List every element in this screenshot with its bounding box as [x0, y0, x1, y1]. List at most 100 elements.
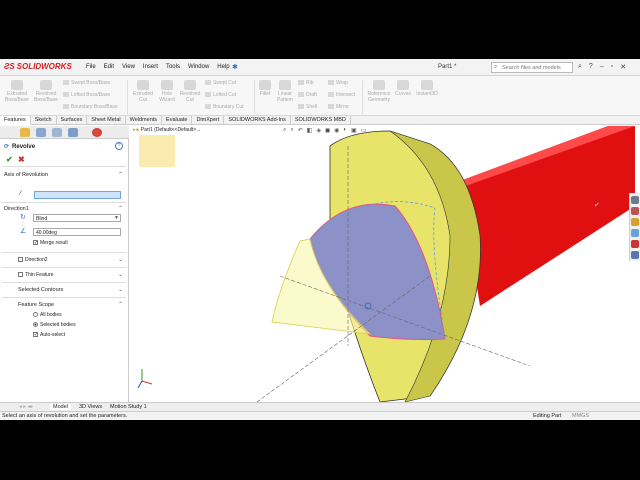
chevron-down-icon[interactable]: ⌄	[118, 256, 123, 263]
custom-properties-icon[interactable]	[631, 251, 639, 259]
view-orientation-icon[interactable]: ◈	[316, 127, 321, 134]
tab-sketch[interactable]: Sketch	[31, 116, 57, 125]
unit-system[interactable]: MMGS	[572, 413, 589, 419]
tab-features[interactable]: Features	[0, 116, 31, 125]
tab-sheet-metal[interactable]: Sheet Metal	[87, 116, 126, 125]
search-go-icon[interactable]: ⌕	[578, 63, 582, 71]
chevron-up-icon[interactable]: ⌃	[118, 205, 123, 212]
close-icon[interactable]: ✕	[620, 63, 626, 71]
menu-view[interactable]: View	[122, 64, 135, 70]
display-manager-tab-icon[interactable]	[92, 128, 102, 137]
revolve-boss-button[interactable]: Revolved Boss/Base	[32, 80, 60, 103]
home-icon[interactable]	[631, 196, 639, 204]
display-style-icon[interactable]: ◼	[325, 127, 330, 134]
configuration-manager-tab-icon[interactable]	[52, 128, 62, 137]
tab-addins[interactable]: SOLIDWORKS Add-Ins	[224, 116, 291, 125]
feature-manager-tab-icon[interactable]	[20, 128, 30, 137]
all-bodies-radio[interactable]: All bodies	[33, 312, 62, 318]
menu-insert[interactable]: Insert	[143, 64, 158, 70]
rib-button[interactable]: Rib	[298, 80, 314, 86]
search-input[interactable]: ⌕ Search files and models	[491, 62, 573, 73]
tab-dimxpert[interactable]: DimXpert	[192, 116, 225, 125]
section-view-icon[interactable]: ◧	[307, 127, 313, 134]
resources-icon[interactable]	[631, 207, 639, 215]
pin-menu-icon[interactable]: ✱	[232, 63, 238, 71]
zoom-to-fit-icon[interactable]: ⌕	[283, 127, 286, 134]
tab-evaluate[interactable]: Evaluate	[162, 116, 193, 125]
revolve-cut-button[interactable]: Revolved Cut	[178, 80, 202, 103]
tab-surfaces[interactable]: Surfaces	[57, 116, 88, 125]
tab-motion-study[interactable]: Motion Study 1	[107, 404, 150, 410]
graphics-area[interactable]: ▸◈ Part1 (Default<<Default>... ⌕ ⌕ ↶ ◧ ◈…	[130, 126, 640, 402]
scroll-tabs-icon[interactable]: ◂ ▸ ◂▸	[16, 404, 36, 410]
end-condition-select[interactable]: Blind ▼	[33, 214, 121, 222]
model-viewport[interactable]	[130, 126, 640, 402]
tab-weldments[interactable]: Weldments	[126, 116, 163, 125]
linear-pattern-button[interactable]: Linear Pattern	[274, 80, 296, 103]
draft-button[interactable]: Draft	[298, 92, 317, 98]
tab-model[interactable]: Model	[50, 404, 71, 410]
reference-geometry-button[interactable]: Reference Geometry	[364, 80, 394, 103]
minimize-icon[interactable]: –	[600, 63, 604, 71]
help-icon[interactable]: ?	[115, 142, 123, 150]
extrude-boss-button[interactable]: Extruded Boss/Base	[3, 80, 31, 103]
appearances-icon[interactable]	[631, 240, 639, 248]
chevron-up-icon[interactable]: ⌃	[118, 171, 123, 178]
menu-file[interactable]: File	[86, 64, 96, 70]
zoom-area-icon[interactable]: ⌕	[290, 127, 293, 134]
fillet-button[interactable]: Fillet	[256, 80, 274, 97]
selected-contours-header[interactable]: Selected Contours	[18, 287, 63, 293]
angle-input[interactable]: 40.00deg	[33, 228, 121, 236]
direction2-checkbox[interactable]: Direction2	[18, 257, 48, 263]
menu-help[interactable]: Help	[217, 64, 229, 70]
thin-feature-checkbox[interactable]: Thin Feature	[18, 272, 53, 278]
cancel-button[interactable]: ✖	[18, 155, 25, 164]
axis-selection-field[interactable]	[34, 191, 121, 199]
restore-icon[interactable]: ▫	[611, 63, 613, 71]
scene-icon[interactable]: ▣	[351, 127, 357, 134]
radio-selected-icon	[33, 322, 38, 328]
tab-mbd[interactable]: SOLIDWORKS MBD	[291, 116, 351, 125]
dimxpert-manager-tab-icon[interactable]	[68, 128, 78, 137]
intersect-button[interactable]: Intersect	[328, 92, 355, 98]
property-manager-tab-icon[interactable]	[36, 128, 46, 137]
lofted-cut-button[interactable]: Lofted Cut	[205, 92, 236, 98]
curves-button[interactable]: Curves	[394, 80, 412, 97]
lofted-boss-button[interactable]: Lofted Boss/Base	[63, 92, 110, 98]
edit-appearance-icon[interactable]: ◐	[343, 127, 347, 134]
solidworks-logo[interactable]: ƧS SOLIDWORKS	[4, 62, 72, 71]
hole-wizard-button[interactable]: Hole Wizard	[156, 80, 178, 103]
hide-show-icon[interactable]: ◉	[334, 127, 339, 134]
design-library-icon[interactable]	[631, 218, 639, 226]
boundary-boss-button[interactable]: Boundary Boss/Base	[63, 104, 118, 110]
extrude-cut-button[interactable]: Extruded Cut	[130, 80, 156, 103]
reverse-direction-icon[interactable]: ↻	[20, 213, 26, 221]
axis-section-header[interactable]: Axis of Revolution	[4, 172, 48, 178]
swept-boss-button[interactable]: Swept Boss/Base	[63, 80, 110, 86]
swept-cut-button[interactable]: Swept Cut	[205, 80, 236, 86]
menu-tools[interactable]: Tools	[166, 64, 180, 70]
mirror-button[interactable]: Mirror	[328, 104, 349, 110]
chevron-up-icon[interactable]: ⌃	[118, 301, 123, 308]
menu-edit[interactable]: Edit	[104, 64, 114, 70]
feature-tree-flyout[interactable]: ▸◈ Part1 (Default<<Default>...	[133, 127, 200, 133]
ok-button[interactable]: ✔	[6, 155, 13, 164]
chevron-down-icon[interactable]: ⌄	[118, 271, 123, 278]
instant3d-button[interactable]: Instant3D	[414, 80, 440, 97]
tab-3d-views[interactable]: 3D Views	[76, 404, 105, 410]
file-explorer-icon[interactable]	[631, 229, 639, 237]
shell-button[interactable]: Shell	[298, 104, 317, 110]
previous-view-icon[interactable]: ↶	[298, 127, 303, 134]
help-dropdown-icon[interactable]: ?	[589, 63, 593, 71]
selected-bodies-radio[interactable]: Selected bodies	[33, 322, 76, 328]
view-settings-icon[interactable]: ▭	[361, 127, 367, 134]
wrap-button[interactable]: Wrap	[328, 80, 348, 86]
merge-result-checkbox[interactable]: ✓ Merge result	[33, 240, 68, 246]
boundary-cut-button[interactable]: Boundary Cut	[205, 104, 244, 110]
auto-select-checkbox[interactable]: ✓ Auto-select	[33, 332, 65, 338]
feature-scope-header[interactable]: Feature Scope	[18, 302, 54, 308]
confirmation-corner-ok-icon[interactable]: ✔	[594, 201, 600, 209]
menu-window[interactable]: Window	[188, 64, 209, 70]
chevron-down-icon[interactable]: ⌄	[118, 286, 123, 293]
direction1-section-header[interactable]: Direction1	[4, 206, 29, 212]
